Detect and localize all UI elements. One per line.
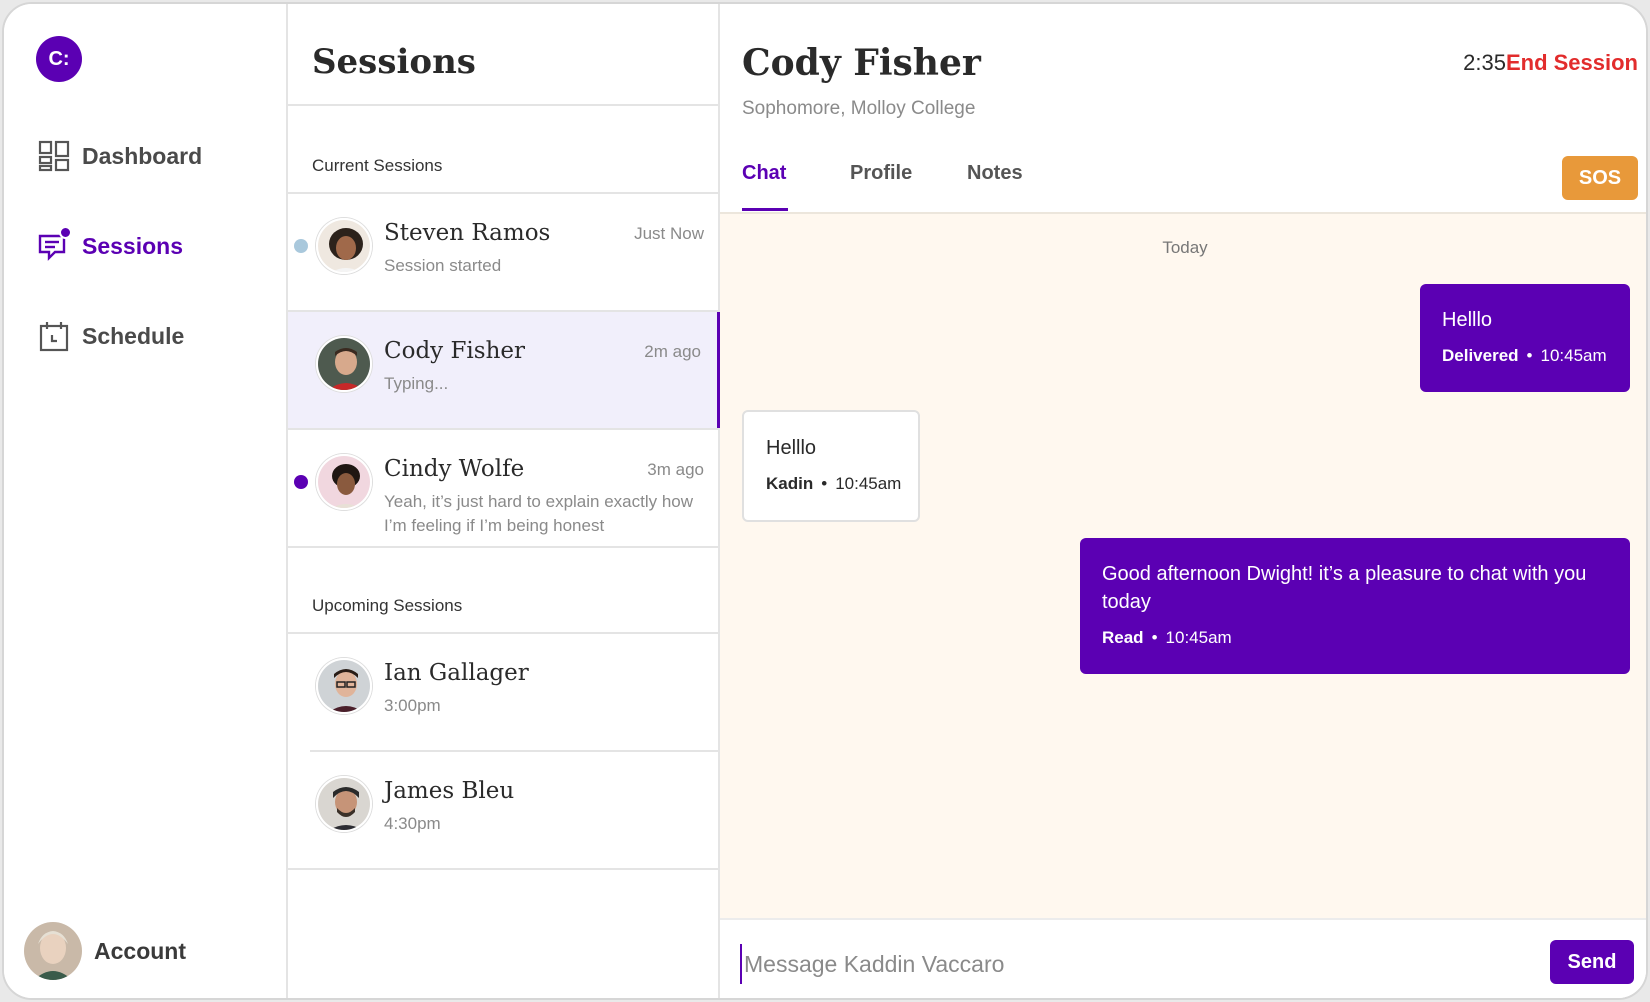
session-time: 2m ago	[644, 342, 701, 361]
upcoming-sessions-label: Upcoming Sessions	[312, 596, 463, 615]
session-preview: Yeah, it’s just hard to explain exactly …	[384, 492, 694, 535]
account-label: Account	[94, 937, 186, 964]
divider	[288, 104, 720, 106]
session-time: 4:30pm	[384, 814, 441, 833]
message-time: 10:45am	[835, 474, 902, 493]
dashboard-icon	[38, 140, 70, 172]
app-window: C: Dashboard Sessions Schedule Account S…	[2, 2, 1648, 1000]
session-row-cindy-wolfe[interactable]: Cindy Wolfe Yeah, it’s just hard to expl…	[288, 430, 720, 546]
session-name: Cody Fisher	[384, 338, 526, 364]
logo[interactable]: C:	[36, 36, 82, 82]
message-sender: Kadin	[766, 474, 814, 493]
chat-icon	[38, 226, 72, 262]
session-status: Session started	[384, 256, 502, 275]
end-session-button[interactable]: End Session	[1506, 50, 1638, 76]
message-composer: Send	[720, 918, 1646, 998]
avatar	[316, 336, 372, 392]
session-row-cody-fisher[interactable]: Cody Fisher Typing... 2m ago	[288, 312, 720, 428]
session-name: James Bleu	[384, 778, 515, 804]
session-name: Steven Ramos	[384, 220, 551, 246]
current-sessions-label: Current Sessions	[312, 156, 443, 175]
avatar	[316, 658, 372, 714]
session-time: 3m ago	[647, 460, 704, 479]
sos-button[interactable]: SOS	[1562, 156, 1638, 200]
chat-contact-name: Cody Fisher	[742, 42, 981, 84]
sidebar: C: Dashboard Sessions Schedule Account	[4, 4, 288, 998]
message-input[interactable]	[740, 944, 1510, 984]
sidebar-item-label: Schedule	[82, 322, 185, 349]
message-bubble-outgoing: Helllo Delivered • 10:45am	[1420, 284, 1630, 392]
message-time: 10:45am	[1165, 628, 1232, 647]
tab-notes[interactable]: Notes	[967, 162, 1023, 185]
divider	[288, 546, 720, 548]
divider	[288, 868, 720, 870]
status-dot	[294, 239, 308, 253]
message-status: Read	[1102, 628, 1144, 647]
avatar	[316, 454, 372, 510]
sidebar-item-schedule[interactable]: Schedule	[38, 316, 184, 356]
session-status: Typing...	[384, 374, 449, 393]
message-list[interactable]: Today Helllo Delivered • 10:45am Helllo Ka…	[720, 212, 1646, 918]
message-meta: Read • 10:45am	[1102, 628, 1232, 647]
session-timer: 2:35	[1463, 50, 1506, 75]
sessions-panel: Sessions Current Sessions Steven Ramos S…	[288, 4, 720, 998]
chat-contact-subtitle: Sophomore, Molloy College	[742, 98, 976, 119]
notification-dot	[59, 226, 72, 239]
message-meta: Delivered • 10:45am	[1442, 346, 1607, 365]
sidebar-item-label: Sessions	[82, 232, 183, 259]
active-tab-indicator	[742, 208, 788, 211]
account-button[interactable]: Account	[24, 922, 186, 980]
avatar	[316, 218, 372, 274]
session-name: Ian Gallager	[384, 660, 529, 686]
tab-profile[interactable]: Profile	[850, 162, 912, 185]
sessions-title: Sessions	[312, 42, 476, 82]
sidebar-item-sessions[interactable]: Sessions	[38, 226, 183, 266]
message-text: Good afternoon Dwight! it’s a pleasure t…	[1102, 563, 1587, 613]
chat-panel: Cody Fisher Sophomore, Molloy College 2:…	[720, 4, 1646, 998]
calendar-icon	[38, 320, 70, 352]
account-avatar	[24, 922, 82, 980]
send-button[interactable]: Send	[1550, 940, 1634, 984]
session-name: Cindy Wolfe	[384, 456, 525, 482]
message-text: Helllo	[1442, 309, 1493, 331]
message-text: Helllo	[766, 437, 817, 459]
session-row-ian-gallager[interactable]: Ian Gallager 3:00pm	[288, 634, 720, 750]
day-separator: Today	[1162, 238, 1208, 257]
session-time: Just Now	[634, 224, 704, 243]
sidebar-item-label: Dashboard	[82, 142, 203, 169]
message-time: 10:45am	[1540, 346, 1607, 365]
session-row-james-bleu[interactable]: James Bleu 4:30pm	[288, 752, 720, 868]
message-bubble-outgoing: Good afternoon Dwight! it’s a pleasure t…	[1080, 538, 1630, 674]
avatar	[316, 776, 372, 832]
unread-dot	[294, 475, 308, 489]
message-meta: Kadin • 10:45am	[766, 474, 902, 493]
session-time: 3:00pm	[384, 696, 441, 715]
tab-chat[interactable]: Chat	[742, 162, 786, 185]
message-status: Delivered	[1442, 346, 1519, 365]
sidebar-item-dashboard[interactable]: Dashboard	[38, 136, 202, 176]
message-bubble-incoming: Helllo Kadin • 10:45am	[742, 410, 920, 522]
session-row-steven-ramos[interactable]: Steven Ramos Session started Just Now	[288, 194, 720, 310]
